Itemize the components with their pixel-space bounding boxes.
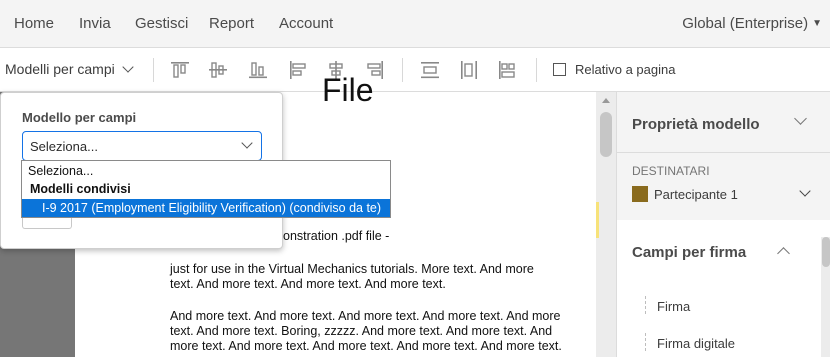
nav-home[interactable]: Home	[14, 15, 54, 32]
document-line: more text. And more text. And more text.…	[170, 339, 562, 353]
scroll-up-icon[interactable]	[602, 98, 610, 103]
template-properties-panel: Proprietà modello DESTINATARI Partecipan…	[616, 92, 830, 357]
account-menu[interactable]: Global (Enterprise) ▼	[682, 15, 822, 32]
nav-account[interactable]: Account	[279, 15, 333, 32]
template-select-value: Seleziona...	[30, 139, 98, 154]
caret-down-icon: ▼	[812, 18, 822, 29]
top-nav: Home Invia Gestisci Report Account Globa…	[0, 0, 830, 48]
relative-to-page-checkbox[interactable]	[553, 63, 566, 76]
chevron-down-icon	[241, 137, 253, 149]
toolbar-divider	[536, 58, 537, 82]
align-middle-icon[interactable]	[208, 61, 228, 79]
chevron-down-icon[interactable]	[794, 112, 807, 125]
document-line: text. And more text. Boring, zzzzz. And …	[170, 324, 553, 338]
document-line: onstration .pdf file -	[283, 229, 390, 243]
chevron-down-icon[interactable]	[799, 185, 811, 197]
nav-invia[interactable]: Invia	[79, 15, 111, 32]
recipient-color-swatch	[632, 186, 648, 202]
distribute-horizontal-icon[interactable]	[459, 61, 479, 79]
size-match-icon[interactable]	[497, 61, 517, 79]
template-field-label: Modello per campi	[22, 110, 137, 125]
relative-to-page-label: Relativo a pagina	[575, 62, 676, 77]
document-heading: File	[322, 72, 374, 108]
recipient-selector[interactable]: Partecipante 1	[654, 187, 738, 202]
template-select[interactable]: Seleziona...	[22, 131, 262, 161]
drag-handle-icon	[645, 333, 646, 351]
field-marker	[596, 202, 599, 238]
toolbar-divider	[402, 58, 403, 82]
document-scrollbar[interactable]	[596, 92, 616, 357]
listbox-group-header: Modelli condivisi	[30, 182, 131, 196]
template-dropdown-label: Modelli per campi	[5, 61, 115, 77]
scrollbar-thumb[interactable]	[600, 112, 612, 157]
account-menu-label: Global (Enterprise)	[682, 15, 809, 32]
scrollbar-thumb[interactable]	[822, 237, 830, 267]
toolbar-divider	[153, 58, 154, 82]
template-dropdown[interactable]: Modelli per campi	[5, 61, 134, 77]
panel-scrollbar[interactable]	[821, 237, 830, 357]
align-bottom-icon[interactable]	[248, 61, 268, 79]
chevron-down-icon	[122, 61, 134, 73]
align-top-icon[interactable]	[170, 61, 190, 79]
document-line: And more text. And more text. And more t…	[170, 309, 561, 323]
document-line: text. And more text. And more text. And …	[170, 277, 446, 291]
align-left-icon[interactable]	[288, 61, 308, 79]
field-firma[interactable]: Firma	[657, 299, 690, 314]
recipients-header: DESTINATARI	[632, 164, 710, 178]
listbox-option[interactable]: Seleziona...	[22, 162, 390, 180]
signature-fields-title: Campi per firma	[632, 244, 747, 261]
panel-divider	[617, 152, 830, 153]
listbox-option-selected[interactable]: I-9 2017 (Employment Eligibility Verific…	[22, 199, 390, 217]
panel-title: Proprietà modello	[632, 116, 760, 133]
field-firma-digitale[interactable]: Firma digitale	[657, 336, 735, 351]
nav-gestisci[interactable]: Gestisci	[135, 15, 188, 32]
toolbar: Modelli per campi Relativo a pagina	[0, 48, 830, 92]
nav-report[interactable]: Report	[209, 15, 254, 32]
document-line: just for use in the Virtual Mechanics tu…	[170, 262, 534, 276]
distribute-vertical-icon[interactable]	[420, 61, 440, 79]
template-listbox: Seleziona... Modelli condivisi I-9 2017 …	[21, 160, 391, 218]
drag-handle-icon	[645, 296, 646, 314]
